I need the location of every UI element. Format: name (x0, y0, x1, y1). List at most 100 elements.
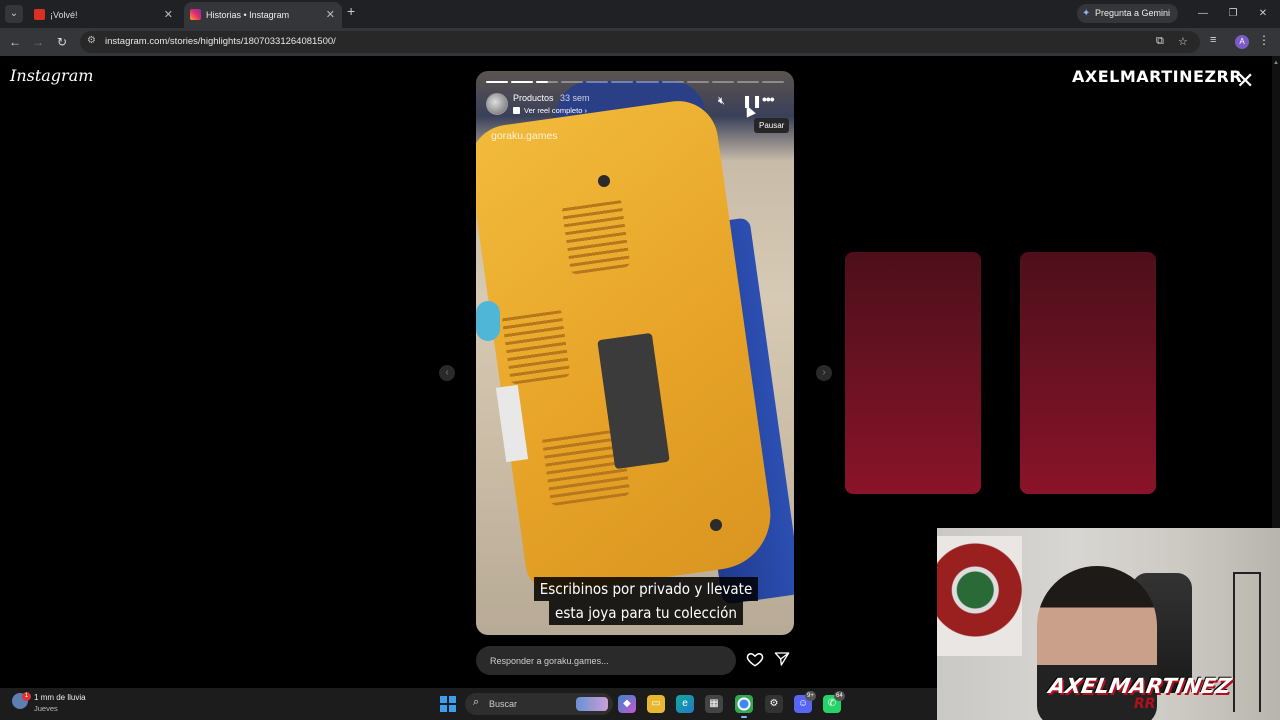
progress-segment (511, 81, 534, 83)
console-screw (598, 175, 610, 187)
install-app-icon[interactable]: ⧉ (1156, 35, 1164, 48)
taskbar-search[interactable]: ⌕ Buscar (465, 693, 613, 715)
progress-segment (561, 81, 584, 83)
mute-icon[interactable]: 🔇︎ (718, 95, 725, 108)
file-explorer-icon[interactable]: ▭ (647, 695, 665, 713)
reel-icon (513, 107, 520, 114)
bookmark-star-icon[interactable]: ☆ (1178, 35, 1188, 48)
tab-search-button[interactable]: ⌄ (5, 5, 23, 23)
previous-story-button[interactable]: ‹ (439, 365, 455, 381)
poster-image (937, 536, 1022, 656)
url-text[interactable]: instagram.com/stories/highlights/1807033… (105, 31, 336, 53)
notification-badge: 9+ (805, 691, 816, 701)
story-timestamp: 33 sem (560, 93, 590, 103)
view-full-reel-link[interactable]: Ver reel completo › (513, 106, 587, 115)
story-header: Productos 33 sem Ver reel completo › 🔇︎ … (486, 91, 784, 119)
progress-fill (536, 81, 549, 83)
progress-segment (711, 81, 734, 83)
reload-button[interactable]: ↻ (53, 33, 71, 51)
story-username[interactable]: Productos (513, 93, 554, 103)
story-card[interactable]: Productos 33 sem Ver reel completo › 🔇︎ … (476, 71, 794, 635)
tab-volve[interactable]: ¡Volvé! ✕ (28, 2, 180, 28)
like-heart-icon[interactable] (746, 650, 764, 668)
close-tab-icon[interactable]: ✕ (164, 2, 173, 28)
progress-segment (586, 81, 609, 83)
gemini-icon: ✦ (1082, 8, 1091, 19)
console-vents (561, 197, 631, 275)
minimize-button[interactable]: — (1188, 0, 1218, 28)
caption-line-1: Escribinos por privado y llevate (533, 577, 759, 601)
active-app-indicator (741, 716, 747, 718)
tab-title: ¡Volvé! (50, 10, 78, 20)
reel-link-label: Ver reel completo (524, 106, 583, 115)
controller-button-image (476, 301, 500, 341)
progress-segment (661, 81, 684, 83)
search-icon: ⌕ (473, 696, 480, 708)
progress-segment (761, 81, 784, 83)
reply-input[interactable] (490, 646, 730, 675)
instagram-logo[interactable]: Instagram (10, 66, 93, 85)
store-icon[interactable]: ▦ (705, 695, 723, 713)
progress-segment (486, 81, 509, 83)
pause-tooltip: Pausar (754, 118, 790, 133)
close-window-button[interactable]: ✕ (1248, 0, 1278, 28)
tab-title: Historias • Instagram (206, 10, 290, 20)
tab-strip: ⌄ ¡Volvé! ✕ Historias • Instagram ✕ + ✦ … (0, 0, 1280, 28)
search-label: Buscar (489, 699, 518, 709)
tab-historias-instagram[interactable]: Historias • Instagram ✕ (184, 2, 342, 28)
browser-menu-icon[interactable]: ⋮ (1258, 33, 1270, 47)
back-button[interactable]: ← (6, 33, 24, 51)
more-options-icon[interactable]: ••• (762, 91, 775, 107)
weather-summary[interactable]: 1 mm de lluvia (34, 693, 86, 702)
channel-wordmark: AXELMARTINEZRR (1072, 67, 1243, 86)
share-send-icon[interactable] (774, 651, 790, 667)
weather-day[interactable]: Jueves (34, 704, 58, 713)
progress-segment (736, 81, 759, 83)
windows-taskbar: 1 1 mm de lluvia Jueves ⌕ Buscar ◆ ▭ e ▦… (0, 688, 937, 720)
media-controls-icon[interactable]: ≡ (1210, 34, 1216, 46)
notification-badge: 64 (834, 691, 845, 701)
gemini-button[interactable]: ✦ Pregunta a Gemini (1077, 4, 1179, 23)
windows-start-icon[interactable] (440, 696, 456, 712)
close-stories-icon[interactable]: ✕ (1236, 70, 1254, 92)
profile-avatar[interactable]: A (1235, 35, 1249, 49)
app-icon[interactable]: ⚙ (765, 695, 783, 713)
discord-icon[interactable]: ☺ 9+ (794, 691, 816, 713)
forward-button[interactable]: → (29, 33, 47, 51)
progress-segment (686, 81, 709, 83)
gemini-label: Pregunta a Gemini (1095, 8, 1171, 18)
console-vents (501, 307, 571, 385)
weather-badge: 1 (22, 692, 31, 701)
copilot-icon[interactable]: ◆ (618, 695, 636, 713)
site-info-icon[interactable]: ⚙ (87, 35, 96, 46)
streamer-logo-suffix: RR (1134, 696, 1156, 712)
next-story-button[interactable]: › (816, 365, 832, 381)
story-watermark: goraku.games (491, 130, 558, 142)
next-story-preview[interactable] (845, 252, 981, 494)
chrome-icon[interactable] (735, 695, 753, 718)
story-avatar[interactable] (486, 93, 508, 115)
scroll-up-icon[interactable]: ▲ (1273, 60, 1279, 66)
omnibox[interactable]: ⚙ instagram.com/stories/highlights/18070… (80, 31, 1200, 53)
next-story-preview[interactable] (1020, 252, 1156, 494)
progress-segment (611, 81, 634, 83)
whatsapp-icon[interactable]: ✆ 64 (823, 691, 845, 713)
address-bar-row: ← → ↻ ⚙ instagram.com/stories/highlights… (0, 28, 1280, 56)
story-caption: Escribinos por privado y llevate esta jo… (530, 577, 762, 625)
story-progress-bar (486, 81, 784, 83)
streamer-logo-text: AXELMARTINEZ (1046, 674, 1233, 698)
restore-button[interactable]: ❐ (1218, 0, 1248, 28)
webcam-overlay: AXELMARTINEZ RR (937, 528, 1280, 720)
instagram-favicon (190, 9, 201, 20)
tab-favicon (34, 9, 45, 20)
progress-fill (486, 81, 509, 83)
console-screw (710, 519, 722, 531)
progress-segment (636, 81, 659, 83)
search-highlight-image (576, 697, 608, 711)
close-tab-icon[interactable]: ✕ (326, 2, 335, 28)
caption-line-2: esta joya para tu colección (549, 601, 743, 625)
edge-icon[interactable]: e (676, 695, 694, 713)
new-tab-button[interactable]: + (347, 3, 355, 19)
reply-bar (476, 646, 736, 675)
clothes-rack-image (1233, 572, 1261, 712)
